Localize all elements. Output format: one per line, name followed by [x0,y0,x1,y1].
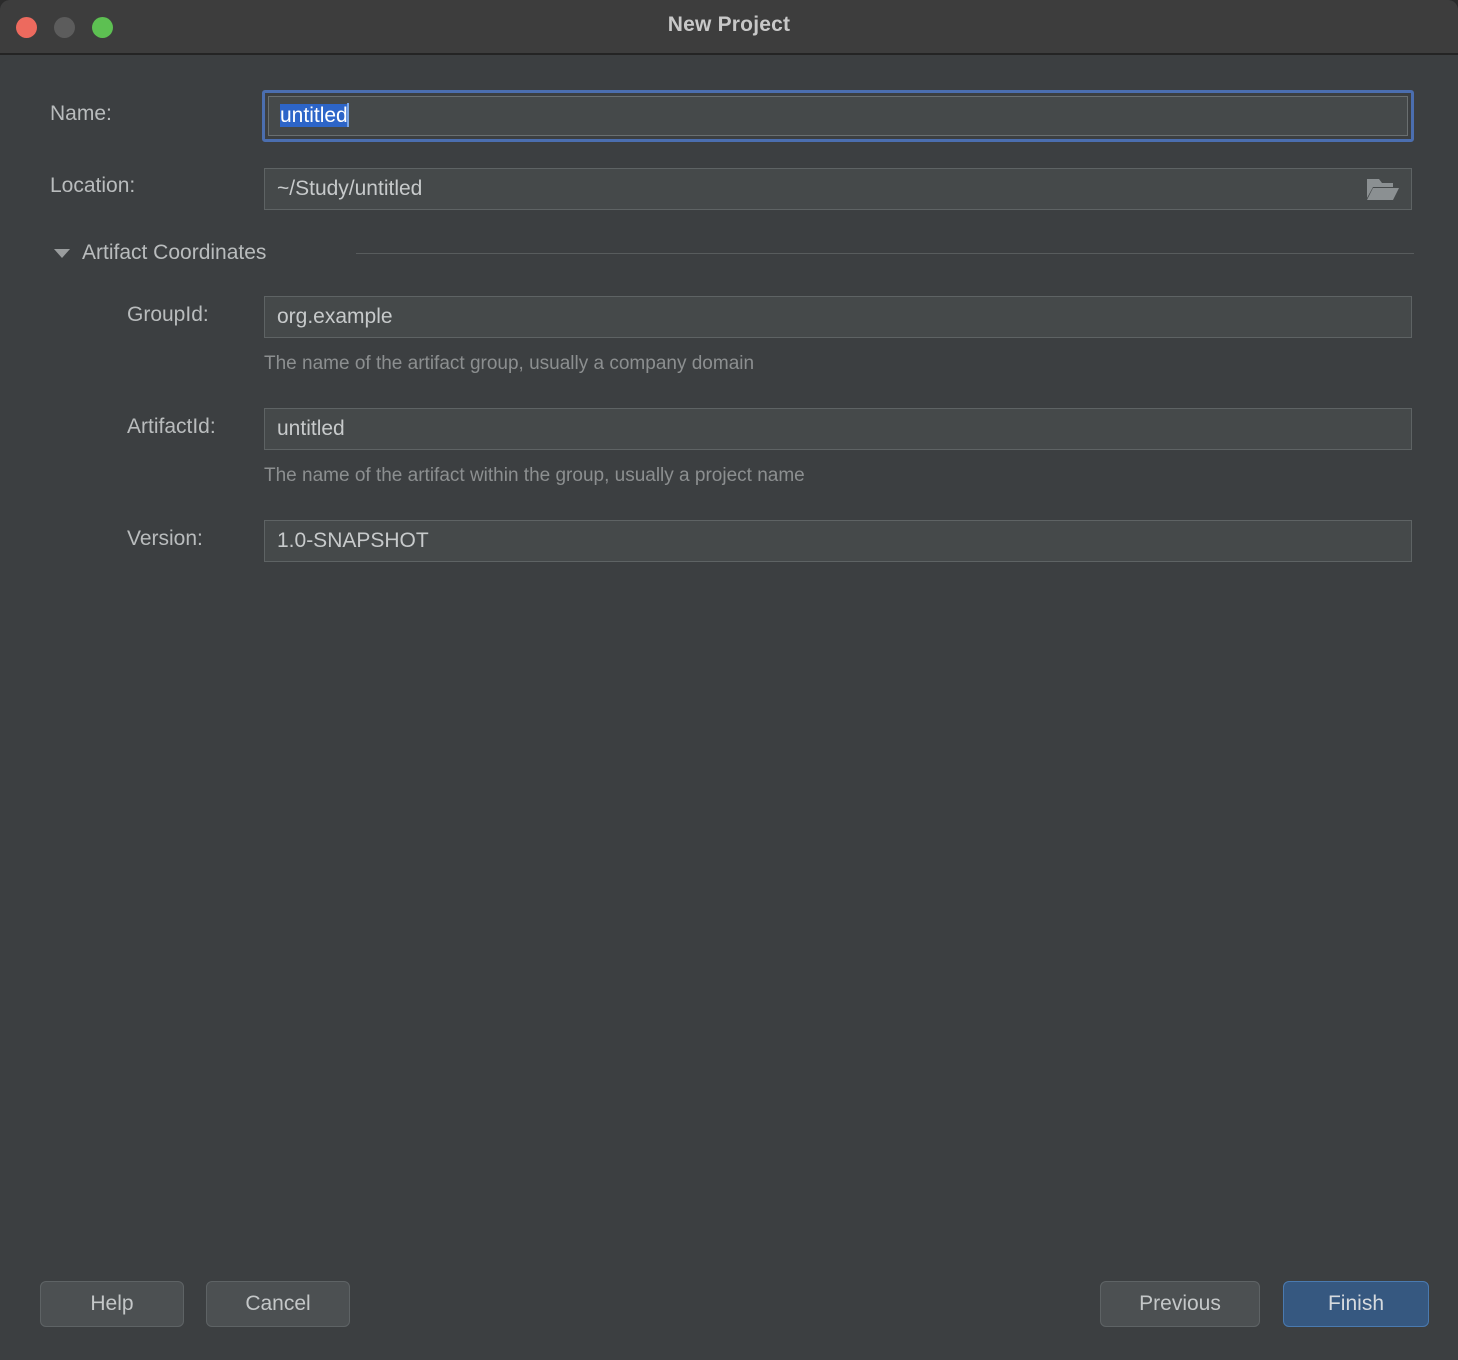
window-title: New Project [667,13,791,36]
name-input-selection: untitled [280,104,348,127]
chevron-down-icon [54,248,70,258]
new-project-dialog: New Project Name: untitled Location: ~/S… [0,0,1458,1360]
name-input-text[interactable]: untitled [268,96,1408,136]
version-label: Version: [127,527,203,550]
artifactid-hint: The name of the artifact within the grou… [264,465,805,486]
previous-button[interactable]: Previous [1100,1281,1260,1327]
cancel-button[interactable]: Cancel [206,1281,350,1327]
artifact-coordinates-title: Artifact Coordinates [82,241,267,264]
groupid-hint: The name of the artifact group, usually … [264,353,755,374]
location-input[interactable]: ~/Study/untitled [264,168,1412,210]
name-label: Name: [50,102,112,125]
location-label: Location: [50,174,136,197]
name-input[interactable]: untitled [262,90,1414,142]
version-input[interactable]: 1.0-SNAPSHOT [264,520,1412,562]
artifactid-label: ArtifactId: [127,415,216,438]
finish-button[interactable]: Finish [1283,1281,1429,1327]
text-caret [346,103,349,127]
section-separator [356,253,1414,254]
artifact-coordinates-toggle[interactable]: Artifact Coordinates [54,240,266,266]
artifactid-input[interactable]: untitled [264,408,1412,450]
groupid-label: GroupId: [127,303,209,326]
window-titlebar: New Project [0,0,1458,55]
help-button[interactable]: Help [40,1281,184,1327]
groupid-input[interactable]: org.example [264,296,1412,338]
dialog-body: Name: untitled Location: ~/Study/untitle… [0,55,1458,1360]
folder-open-icon[interactable] [1356,169,1410,209]
